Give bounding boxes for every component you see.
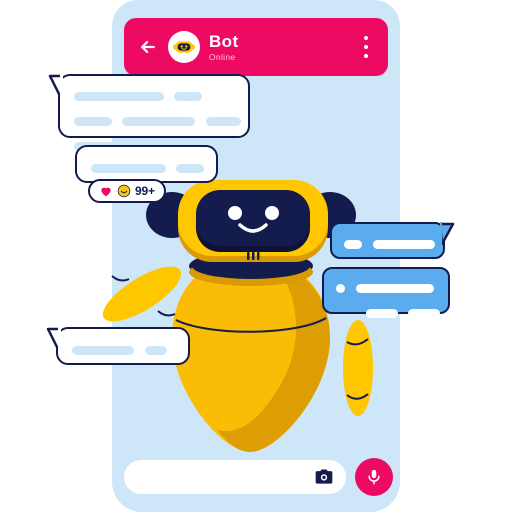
bubble-tail-icon: [48, 74, 63, 100]
message-line: [74, 88, 234, 106]
page-title: Bot: [209, 31, 239, 51]
message-reactions[interactable]: 99+: [88, 179, 166, 203]
smiley-emoji: [117, 184, 131, 198]
microphone-icon: [368, 469, 380, 485]
message-line: [74, 113, 241, 131]
message-input-field[interactable]: [124, 460, 346, 494]
message-bubble-incoming[interactable]: [48, 74, 250, 152]
bubble-tail-icon: [440, 222, 455, 246]
header-text-block: Bot Online: [209, 33, 358, 62]
chatbot-illustration: Bot Online 99+: [0, 0, 512, 512]
message-line: [344, 236, 436, 254]
reaction-count: 99+: [135, 184, 155, 198]
message-line: [72, 342, 174, 360]
bot-avatar-icon[interactable]: [168, 31, 200, 63]
status-badge: Online: [209, 51, 236, 62]
message-bubble-outgoing[interactable]: [322, 267, 450, 319]
message-line: [336, 305, 441, 323]
message-bubble-outgoing[interactable]: [330, 222, 455, 259]
bubble-tail-icon: [46, 327, 61, 353]
message-bubble-incoming[interactable]: [75, 145, 218, 183]
back-arrow-icon[interactable]: [138, 37, 158, 57]
chat-header: Bot Online: [124, 18, 388, 76]
voice-record-button[interactable]: [355, 458, 393, 496]
message-line: [91, 160, 205, 178]
message-bubble-incoming[interactable]: [46, 327, 190, 365]
more-vertical-icon[interactable]: [358, 36, 374, 58]
message-line: [336, 280, 436, 298]
heart-emoji: [101, 187, 111, 197]
camera-icon[interactable]: [314, 467, 334, 487]
